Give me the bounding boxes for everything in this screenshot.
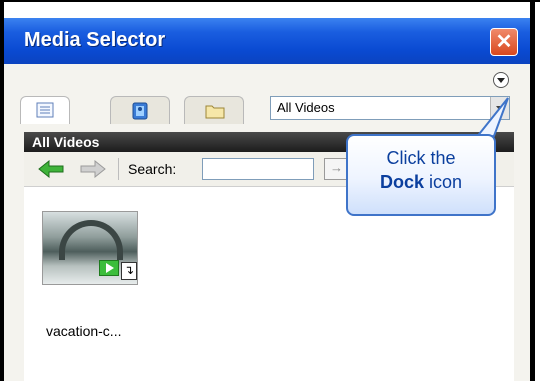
title-bar[interactable]: Media Selector ✕: [4, 18, 530, 64]
media-selector-window: Media Selector ✕ All Videos All Videos S…: [4, 18, 530, 381]
list-icon: [36, 102, 54, 118]
search-input[interactable]: [202, 158, 314, 180]
search-label: Search:: [128, 161, 177, 177]
tab-address-book[interactable]: [110, 96, 170, 124]
play-icon: [99, 260, 119, 276]
thumbnail-image: [59, 220, 123, 260]
tab-list[interactable]: [20, 96, 70, 124]
callout-text: Click the Dock icon: [348, 146, 494, 194]
callout-bold-word: Dock: [379, 172, 424, 192]
tab-folder[interactable]: [184, 96, 244, 124]
forward-arrow-icon[interactable]: [80, 160, 106, 178]
page-border-top: [0, 0, 540, 2]
dock-icon[interactable]: [493, 72, 509, 88]
toolbar-divider: [118, 158, 119, 180]
video-caption: vacation-c...: [46, 323, 122, 339]
search-go-button[interactable]: [324, 158, 348, 180]
window-title: Media Selector: [24, 29, 166, 51]
page-border-right: [530, 0, 535, 381]
close-button[interactable]: ✕: [490, 28, 518, 56]
instruction-callout: Click the Dock icon: [346, 134, 496, 216]
video-thumbnail[interactable]: [42, 211, 138, 285]
dropdown-selected-value: All Videos: [277, 100, 335, 115]
address-book-icon: [132, 102, 148, 120]
callout-rest: icon: [423, 172, 463, 192]
media-grid: vacation-c...: [24, 187, 514, 381]
callout-line-1: Click the: [386, 148, 456, 168]
section-title: All Videos: [32, 134, 100, 150]
insert-icon: [121, 262, 137, 280]
folder-icon: [205, 105, 225, 119]
close-icon: ✕: [495, 31, 513, 53]
back-arrow-icon[interactable]: [38, 160, 64, 178]
